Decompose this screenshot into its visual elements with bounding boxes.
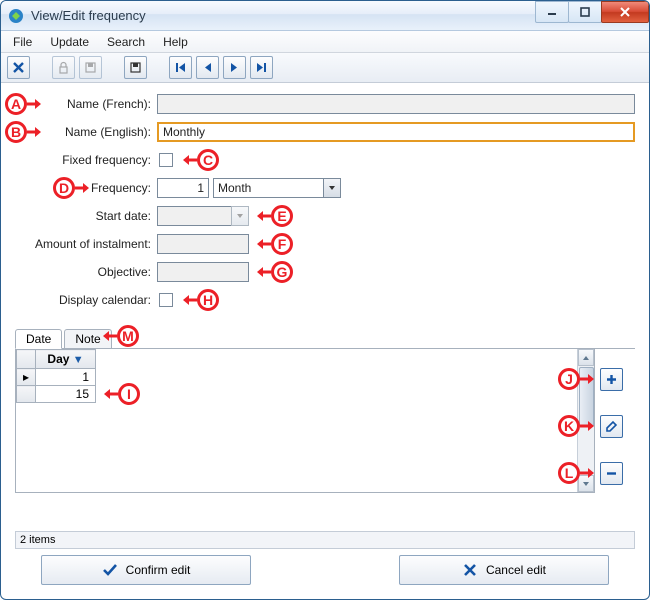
label-frequency: Frequency:	[15, 181, 157, 195]
cancel-edit-label: Cancel edit	[486, 563, 546, 577]
scroll-thumb[interactable]	[579, 367, 594, 427]
fixed-frequency-checkbox[interactable]	[159, 153, 173, 167]
frequency-unit-combo[interactable]	[213, 178, 323, 198]
cell-day[interactable]: 1	[36, 369, 96, 386]
titlebar: View/Edit frequency	[1, 1, 649, 31]
name-french-field[interactable]	[157, 94, 635, 114]
menu-file[interactable]: File	[5, 33, 40, 51]
menu-help[interactable]: Help	[155, 33, 196, 51]
sort-arrow-icon: ▼	[73, 354, 84, 366]
label-amount-instalment: Amount of instalment:	[15, 237, 157, 251]
label-display-calendar: Display calendar:	[15, 293, 157, 307]
cancel-edit-button[interactable]: Cancel edit	[399, 555, 609, 585]
maximize-button[interactable]	[568, 1, 602, 23]
callout-i: I	[118, 383, 140, 405]
label-name-french: Name (French):	[15, 97, 157, 111]
edit-row-button[interactable]	[600, 415, 623, 438]
toolbar-saveas-icon[interactable]	[124, 56, 147, 79]
delete-row-button[interactable]	[600, 462, 623, 485]
scroll-up-icon[interactable]	[578, 349, 594, 366]
calendar-dropdown-icon[interactable]	[231, 206, 249, 226]
toolbar	[1, 53, 649, 83]
window-title: View/Edit frequency	[31, 8, 146, 23]
name-english-field[interactable]	[157, 122, 635, 142]
window-frame: View/Edit frequency File Update Search H…	[0, 0, 650, 600]
nav-prev-icon[interactable]	[196, 56, 219, 79]
toolbar-close-icon[interactable]	[7, 56, 30, 79]
callout-h: H	[197, 289, 219, 311]
display-calendar-checkbox[interactable]	[159, 293, 173, 307]
table-row: ▸ 1	[17, 369, 96, 386]
grid-area: Day ▼ ▸ 1 15	[15, 349, 595, 493]
objective-field[interactable]	[157, 262, 249, 282]
row-indicator-icon: ▸	[17, 369, 36, 386]
minimize-button[interactable]	[535, 1, 569, 23]
status-text: 2 items	[20, 534, 55, 546]
cell-day[interactable]: 15	[36, 386, 96, 403]
scroll-down-icon[interactable]	[578, 475, 594, 492]
close-button[interactable]	[601, 1, 649, 23]
check-icon	[102, 562, 118, 578]
confirm-edit-label: Confirm edit	[126, 563, 191, 577]
start-date-field[interactable]	[157, 206, 231, 226]
toolbar-lock-icon[interactable]	[52, 56, 75, 79]
app-icon	[7, 7, 25, 25]
menu-update[interactable]: Update	[42, 33, 97, 51]
menubar: File Update Search Help	[1, 31, 649, 53]
label-objective: Objective:	[15, 265, 157, 279]
amount-instalment-field[interactable]	[157, 234, 249, 254]
day-grid[interactable]: Day ▼ ▸ 1 15	[16, 349, 96, 492]
callout-f: F	[271, 233, 293, 255]
frequency-number-field[interactable]	[157, 178, 209, 198]
add-row-button[interactable]	[600, 368, 623, 391]
tabs: Date Note M Day ▼	[15, 327, 635, 493]
toolbar-save-icon[interactable]	[79, 56, 102, 79]
callout-m: M	[117, 325, 139, 347]
callout-c: C	[197, 149, 219, 171]
nav-first-icon[interactable]	[169, 56, 192, 79]
statusbar: 2 items	[15, 531, 635, 549]
nav-last-icon[interactable]	[250, 56, 273, 79]
label-fixed-frequency: Fixed frequency:	[15, 153, 157, 167]
table-row: 15	[17, 386, 96, 403]
tab-note[interactable]: Note	[64, 329, 111, 348]
content-panel: Name (French): A Name (English): B Fixed…	[1, 83, 649, 529]
confirm-edit-button[interactable]: Confirm edit	[41, 555, 251, 585]
menu-search[interactable]: Search	[99, 33, 153, 51]
callout-g: G	[271, 261, 293, 283]
label-name-english: Name (English):	[15, 125, 157, 139]
col-header-day[interactable]: Day	[47, 352, 69, 366]
nav-next-icon[interactable]	[223, 56, 246, 79]
chevron-down-icon[interactable]	[323, 178, 341, 198]
callout-e: E	[271, 205, 293, 227]
x-icon	[462, 562, 478, 578]
vertical-scrollbar[interactable]	[577, 349, 594, 492]
label-start-date: Start date:	[15, 209, 157, 223]
tab-date[interactable]: Date	[15, 329, 62, 349]
